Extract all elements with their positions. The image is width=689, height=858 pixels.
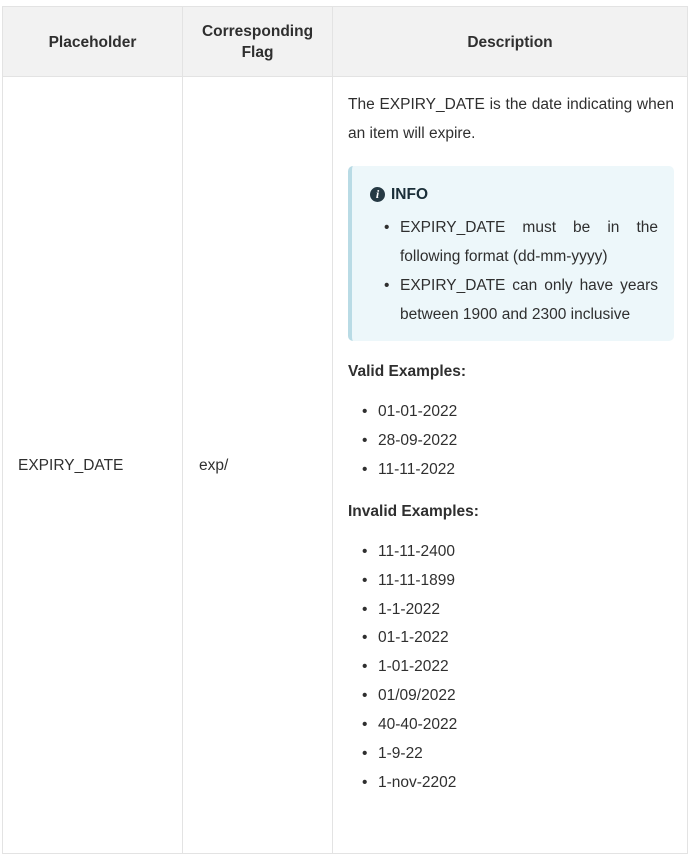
list-item: 1-9-22	[362, 740, 674, 769]
list-item: 01/09/2022	[362, 682, 674, 711]
cell-placeholder: EXPIRY_DATE	[18, 457, 124, 474]
header-placeholder-label: Placeholder	[48, 33, 137, 51]
list-item: 1-nov-2202	[362, 769, 674, 798]
info-list: EXPIRY_DATE must be in the following for…	[370, 213, 658, 329]
table-header-row: Placeholder Corresponding Flag Descripti…	[3, 7, 687, 77]
valid-examples-heading: Valid Examples:	[348, 363, 467, 380]
info-title: INFO	[391, 186, 429, 203]
invalid-examples-heading: Invalid Examples:	[348, 502, 479, 520]
info-list-item: EXPIRY_DATE must be in the following for…	[384, 213, 658, 271]
valid-examples-list: 01-01-2022 28-09-2022 11-11-2022	[348, 398, 674, 485]
info-list-item: EXPIRY_DATE can only have years between …	[384, 271, 658, 329]
info-callout: i INFO EXPIRY_DATE must be in the follow…	[348, 166, 674, 341]
list-item: 1-01-2022	[362, 653, 674, 682]
invalid-examples-list: 11-11-2400 11-11-1899 1-1-2022 01-1-2022…	[348, 538, 674, 798]
header-flag-label-line1: Corresponding	[201, 23, 314, 40]
list-item: 01-1-2022	[362, 624, 674, 653]
header-corresponding-flag: Corresponding Flag	[183, 7, 332, 77]
list-item: 11-11-1899	[362, 567, 674, 596]
header-description-label: Description	[467, 33, 553, 51]
column-divider	[332, 7, 333, 853]
list-item: 11-11-2400	[362, 538, 674, 567]
info-circle-icon: i	[370, 187, 385, 202]
header-description: Description	[333, 7, 687, 77]
column-divider	[182, 7, 183, 853]
list-item: 1-1-2022	[362, 596, 674, 625]
list-item: 28-09-2022	[362, 427, 674, 456]
list-item: 40-40-2022	[362, 711, 674, 740]
placeholder-table: Placeholder Corresponding Flag Descripti…	[2, 6, 688, 854]
list-item: 11-11-2022	[362, 456, 674, 485]
description-intro: The EXPIRY_DATE is the date indicating w…	[348, 96, 674, 142]
cell-flag: exp/	[199, 457, 229, 474]
list-item: 01-01-2022	[362, 398, 674, 427]
header-placeholder: Placeholder	[3, 7, 182, 77]
cell-description: The EXPIRY_DATE is the date indicating w…	[348, 77, 674, 798]
header-flag-label-line2: Flag	[241, 44, 274, 61]
info-title-row: i INFO	[370, 184, 658, 205]
